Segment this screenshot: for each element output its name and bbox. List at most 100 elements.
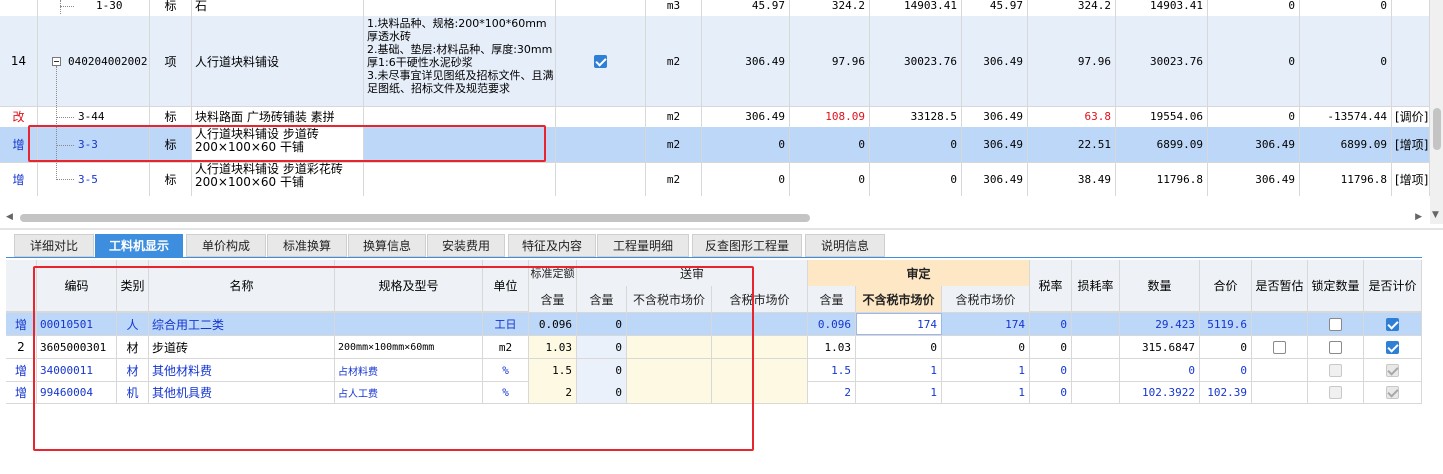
row-temp-cell (1252, 336, 1308, 358)
row-appr-excl[interactable]: 1 (856, 359, 942, 381)
row-note: [增项] (1392, 162, 1430, 196)
tab-7[interactable]: 特征及内容 (508, 234, 596, 257)
vscroll-thumb[interactable] (1433, 108, 1441, 150)
row-value: 11796.8 (1300, 162, 1392, 196)
row-value: 6899.09 (1300, 127, 1392, 162)
scroll-thumb[interactable] (20, 214, 810, 222)
lock-checkbox (1329, 385, 1342, 399)
row-code[interactable]: 3-44 (38, 106, 150, 127)
lock-checkbox (1329, 363, 1342, 377)
row-value: 0 (870, 127, 962, 162)
row-type: 标 (150, 0, 192, 16)
row-appr-excl[interactable]: 1 (856, 381, 942, 403)
tab-3[interactable]: 单价构成 (186, 234, 266, 257)
header-appr_excl: 不含税市场价 (856, 286, 942, 312)
tab-4[interactable]: 标准换算 (267, 234, 347, 257)
tree-line (56, 117, 74, 118)
row-value: 306.49 (962, 127, 1028, 162)
row-value: 306.49 (1208, 162, 1300, 196)
tab-9[interactable]: 反查图形工程量 (692, 234, 802, 257)
row-appr-qty[interactable]: 1.03 (808, 336, 856, 358)
row-name[interactable]: 人行道块料铺设 (192, 16, 364, 106)
lock-checkbox[interactable] (1329, 317, 1342, 331)
tab-2[interactable]: 工料机显示 (95, 234, 183, 257)
table-row[interactable]: 14 040204002002 项人行道块料铺设 1.块料品种、规格:200*100*… (0, 16, 1430, 107)
row-value: 306.49 (702, 16, 790, 106)
temp-checkbox[interactable] (1273, 340, 1286, 354)
header-temp: 是否暂估 (1252, 260, 1308, 312)
row-unit: m2 (646, 16, 702, 106)
row-appr-incl[interactable]: 1 (942, 359, 1030, 381)
scroll-right-icon[interactable]: ▶ (1415, 212, 1422, 222)
row-loss[interactable] (1072, 336, 1120, 358)
vertical-scrollbar[interactable]: ▼ (1430, 0, 1443, 224)
row-appr-qty[interactable]: 2 (808, 381, 856, 403)
header-appr-group: 审定 (808, 260, 1030, 286)
row-type: 项 (150, 16, 192, 106)
row-note: [增项] (1392, 127, 1430, 162)
row-appr-excl[interactable]: 0 (856, 336, 942, 358)
row-note (1392, 16, 1430, 106)
row-feature[interactable] (364, 106, 556, 127)
row-value: 306.49 (962, 162, 1028, 196)
row-total: 102.39 (1200, 381, 1252, 403)
row-loss[interactable] (1072, 381, 1120, 403)
tab-bar-line (6, 257, 1422, 258)
row-value: 0 (1208, 0, 1300, 16)
row-value: 0 (702, 162, 790, 196)
row-count-cell (1364, 336, 1422, 358)
row-amount: 102.3922 (1120, 381, 1200, 403)
row-value: 30023.76 (870, 16, 962, 106)
tab-5[interactable]: 换算信息 (348, 234, 426, 257)
row-loss[interactable] (1072, 359, 1120, 381)
row-note: [调价] (1392, 106, 1430, 127)
row-check (556, 0, 646, 16)
row-loss[interactable] (1072, 313, 1120, 335)
row-temp-cell (1252, 359, 1308, 381)
lock-checkbox[interactable] (1329, 340, 1342, 354)
row-name[interactable]: 块料路面 广场砖铺装 素拼 (192, 106, 364, 127)
row-appr-qty[interactable]: 0.096 (808, 313, 856, 335)
row-note (1392, 0, 1430, 16)
row-value: 6899.09 (1116, 127, 1208, 162)
table-row[interactable]: 增 3-5 标人行道块料铺设 步道彩花砖 200×100×60 干铺 m2 0 0 0 306… (0, 162, 1430, 196)
row-appr-incl[interactable]: 1 (942, 381, 1030, 403)
splitter[interactable] (0, 228, 1443, 230)
tree-line (60, 6, 74, 7)
row-value: 108.09 (790, 106, 870, 127)
highlight-box-top (28, 125, 546, 162)
row-appr-incl[interactable]: 174 (942, 313, 1030, 335)
row-tax[interactable]: 0 (1030, 381, 1072, 403)
tab-8[interactable]: 工程量明细 (597, 234, 689, 257)
tab-10[interactable]: 说明信息 (805, 234, 885, 257)
row-appr-qty[interactable]: 1.5 (808, 359, 856, 381)
row-type: 标 (150, 162, 192, 196)
scroll-down-icon[interactable]: ▼ (1432, 210, 1439, 220)
row-feature[interactable]: 1.块料品种、规格:200*100*60mm厚透水砖 2.基础、垫层:材料品种、… (364, 16, 556, 106)
row-appr-incl[interactable]: 0 (942, 336, 1030, 358)
row-tax[interactable]: 0 (1030, 313, 1072, 335)
row-code[interactable]: 3-5 (38, 162, 150, 196)
row-value: 63.8 (1028, 106, 1116, 127)
checkbox[interactable] (594, 54, 607, 68)
tab-1[interactable]: 详细对比 (14, 234, 94, 257)
tab-6[interactable]: 安装费用 (427, 234, 505, 257)
row-appr-excl[interactable]: 174 (856, 313, 942, 335)
row-value: -13574.44 (1300, 106, 1392, 127)
row-tax[interactable]: 0 (1030, 336, 1072, 358)
row-value: 14903.41 (870, 0, 962, 16)
row-value: 306.49 (962, 106, 1028, 127)
row-tax[interactable]: 0 (1030, 359, 1072, 381)
scroll-left-icon[interactable]: ◀ (6, 212, 13, 222)
row-value: 324.2 (790, 0, 870, 16)
row-feature[interactable] (364, 162, 556, 196)
row-value: 97.96 (1028, 16, 1116, 106)
row-count-cell (1364, 313, 1422, 335)
count-checkbox (1386, 385, 1399, 399)
count-checkbox[interactable] (1386, 317, 1399, 331)
count-checkbox[interactable] (1386, 340, 1399, 354)
row-unit: m2 (646, 162, 702, 196)
horizontal-scrollbar[interactable]: ◀ ▶ (6, 212, 1422, 224)
row-name[interactable]: 人行道块料铺设 步道彩花砖 200×100×60 干铺 (192, 162, 364, 196)
collapse-icon[interactable] (52, 57, 61, 66)
